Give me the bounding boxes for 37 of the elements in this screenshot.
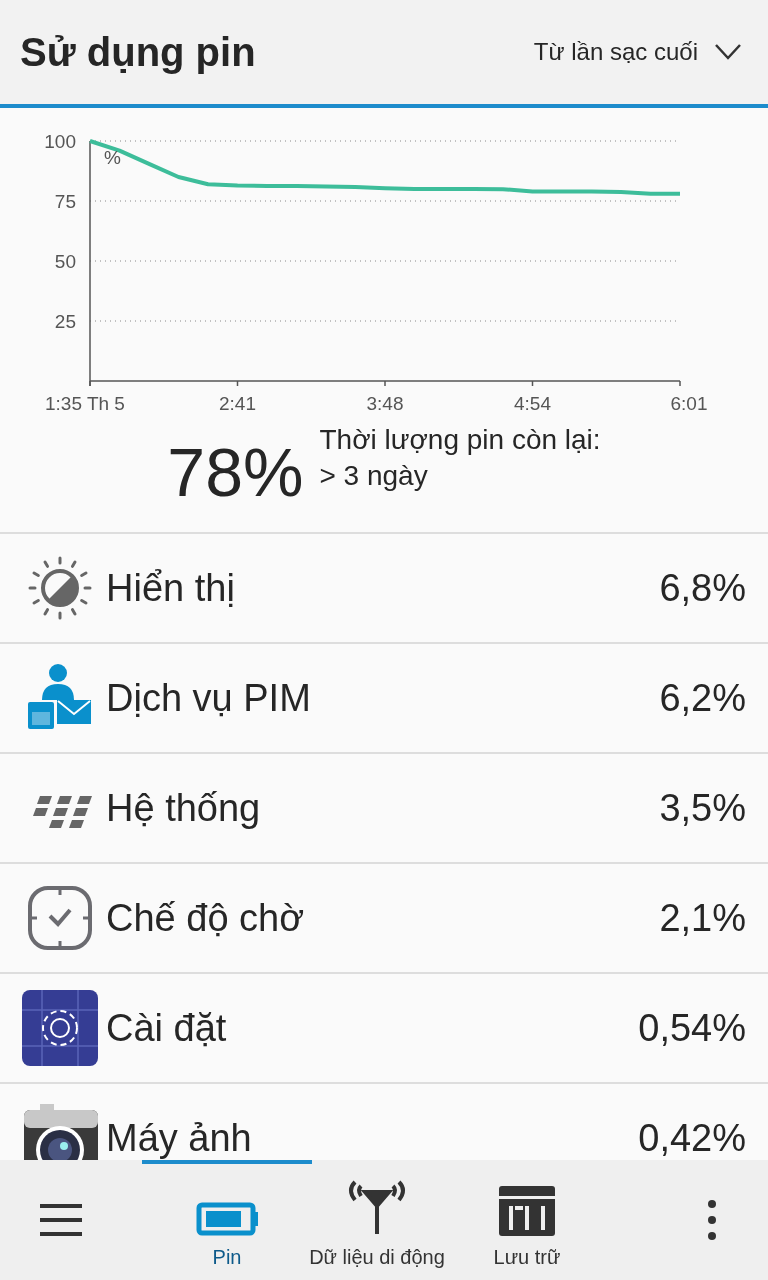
y-tick-label: 50 bbox=[54, 251, 76, 272]
usage-percent: 2,1% bbox=[659, 895, 746, 941]
app-name: Cài đặt bbox=[106, 1005, 227, 1051]
gear-icon bbox=[22, 990, 98, 1066]
chevron-down-icon bbox=[714, 43, 742, 61]
remaining-value: > 3 ngày bbox=[319, 459, 429, 494]
usage-percent: 0,54% bbox=[638, 1005, 746, 1051]
remaining-label: Thời lượng pin còn lại: bbox=[319, 423, 601, 457]
usage-percent: 3,5% bbox=[659, 785, 746, 831]
usage-percent: 0,42% bbox=[638, 1115, 746, 1160]
tab[interactable]: Lưu trữ bbox=[452, 1160, 602, 1280]
y-tick-label: 100 bbox=[44, 131, 76, 152]
x-tick-label: 6:01 bbox=[670, 393, 708, 414]
app-name: Hệ thống bbox=[106, 785, 261, 831]
x-tick-label: 4:54 bbox=[514, 393, 551, 414]
menu-button[interactable] bbox=[40, 1202, 82, 1238]
app-name: Máy ảnh bbox=[106, 1115, 252, 1160]
page-title: Sử dụng pin bbox=[20, 29, 256, 76]
app-name: Hiển thị bbox=[106, 565, 235, 611]
usage-percent: 6,2% bbox=[659, 675, 746, 721]
battery-icon bbox=[196, 1202, 258, 1236]
battery-percent: 78% bbox=[167, 438, 304, 506]
overflow-menu-button[interactable] bbox=[706, 1198, 718, 1242]
range-dropdown[interactable]: Từ lần sạc cuối bbox=[533, 34, 742, 70]
x-tick-label: 2:41 bbox=[219, 393, 256, 414]
menu-icon bbox=[40, 1202, 82, 1238]
usage-percent: 6,8% bbox=[659, 565, 746, 611]
overflow-icon bbox=[706, 1198, 718, 1242]
x-tick-label: 3:48 bbox=[366, 393, 404, 414]
app-name: Chế độ chờ bbox=[106, 895, 305, 941]
tab[interactable]: Dữ liệu di động bbox=[302, 1160, 452, 1280]
x-tick-label: 1:35 Th 5 bbox=[45, 393, 125, 414]
y-axis-unit: % bbox=[104, 147, 121, 168]
app-name: Dịch vụ PIM bbox=[106, 675, 311, 721]
y-tick-label: 25 bbox=[54, 311, 76, 332]
y-tick-label: 75 bbox=[54, 191, 76, 212]
storage-icon bbox=[499, 1186, 555, 1236]
